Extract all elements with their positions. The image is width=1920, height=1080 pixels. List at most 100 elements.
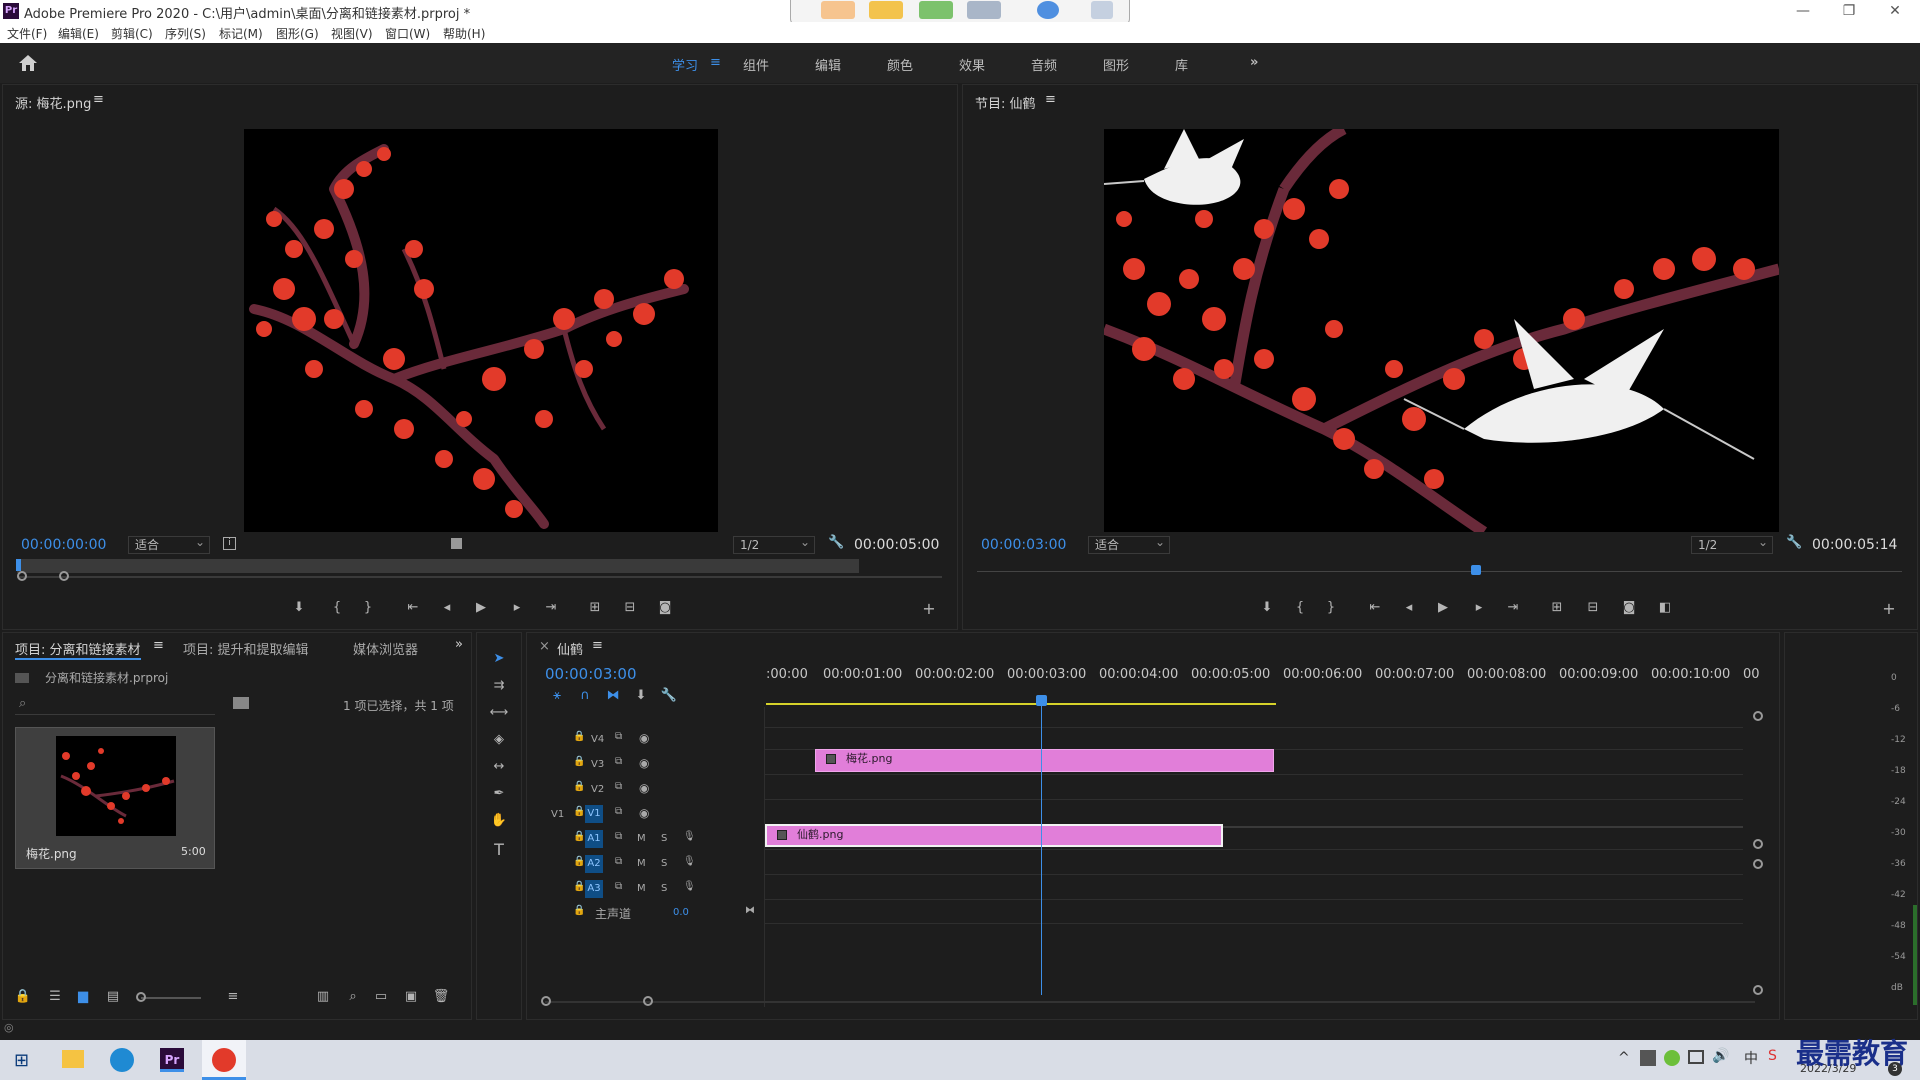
ime-icon[interactable]: 中 — [1744, 1048, 1758, 1068]
trash-icon[interactable]: 🗑 — [431, 989, 451, 1004]
mark-in-icon[interactable]: { — [1290, 600, 1310, 615]
workspace-more-button[interactable]: » — [1250, 55, 1258, 70]
track-label-a1[interactable]: A1 — [585, 830, 603, 848]
razor-tool-icon[interactable]: ◈ — [489, 732, 509, 747]
track-lock-icon[interactable]: 🔒 — [573, 856, 585, 867]
vertical-zoom-handle[interactable] — [1753, 711, 1763, 721]
eye-icon[interactable]: ◉ — [639, 781, 649, 795]
sync-lock-icon[interactable]: ⧉ — [615, 856, 622, 867]
wrench-icon[interactable]: 🔧 — [1786, 535, 1802, 550]
step-back-icon[interactable]: ◂ — [437, 600, 457, 615]
go-to-end-icon[interactable]: ⧓ — [745, 905, 755, 916]
mic-icon[interactable]: 🎙 — [683, 881, 696, 892]
source-zoom-bar[interactable] — [17, 576, 942, 578]
start-icon[interactable]: ⊞ — [14, 1050, 29, 1071]
notification-badge[interactable]: 3 — [1888, 1062, 1902, 1076]
master-volume-value[interactable]: 0.0 — [673, 907, 689, 918]
close-tab-icon[interactable]: × — [539, 639, 550, 654]
mic-icon[interactable]: 🎙 — [683, 856, 696, 867]
extract-icon[interactable]: ⊟ — [1583, 600, 1603, 615]
track-lock-icon[interactable]: 🔒 — [573, 756, 585, 767]
timeline-playhead-handle[interactable] — [1036, 695, 1047, 706]
play-icon[interactable]: ▶ — [471, 600, 491, 615]
menu-sequence[interactable]: 序列(S) — [165, 25, 206, 42]
eye-icon[interactable]: ◉ — [639, 806, 649, 820]
pen-tool-icon[interactable]: ✒ — [489, 786, 509, 801]
solo-button[interactable]: S — [661, 833, 667, 844]
scroll-handle-left[interactable] — [541, 996, 551, 1006]
lock-icon[interactable]: 🔒 — [13, 989, 33, 1004]
zoom-icon[interactable] — [967, 1, 1001, 19]
settings-toggle-icon[interactable]: i — [223, 537, 236, 550]
go-to-in-icon[interactable]: ⇤ — [1365, 600, 1385, 615]
restore-button[interactable]: ❐ — [1826, 1, 1872, 21]
type-tool-icon[interactable]: T — [489, 840, 509, 859]
panel-menu-icon[interactable]: ≡ — [592, 638, 603, 653]
workspace-editing[interactable]: 编辑 — [815, 55, 841, 74]
menu-marker[interactable]: 标记(M) — [219, 25, 263, 42]
source-playhead[interactable] — [16, 559, 21, 571]
edge-icon[interactable] — [110, 1048, 134, 1072]
source-fit-dropdown[interactable]: 适合 — [128, 534, 210, 554]
vertical-zoom-handle[interactable] — [1753, 985, 1763, 995]
program-playhead[interactable] — [1471, 565, 1481, 575]
thumbnail-size-slider[interactable] — [141, 997, 201, 999]
zoom-handle-left[interactable] — [17, 571, 27, 581]
program-fit-dropdown[interactable]: 适合 — [1088, 534, 1170, 554]
timeline-settings-icon[interactable]: 🔧 — [659, 688, 679, 703]
menu-file[interactable]: 文件(F) — [7, 25, 47, 42]
workspace-libraries[interactable]: 库 — [1175, 55, 1188, 74]
sogou-icon[interactable]: S — [1768, 1048, 1777, 1064]
tab-media-browser[interactable]: 媒体浏览器 — [353, 639, 418, 658]
snap-icon[interactable]: ∩ — [575, 688, 595, 703]
overwrite-icon[interactable]: ⊟ — [620, 600, 640, 615]
overlay-icon[interactable] — [451, 538, 462, 549]
pin-icon[interactable] — [1091, 1, 1113, 19]
mute-button[interactable]: M — [637, 858, 646, 869]
hand-tool-icon[interactable]: ✋ — [489, 813, 509, 828]
mic-icon[interactable]: 🎙 — [683, 831, 696, 842]
add-marker-icon[interactable]: ⬇ — [631, 688, 651, 703]
tab-project-main[interactable]: 项目: 分离和链接素材 — [15, 639, 141, 660]
track-label-v2[interactable]: V2 — [591, 784, 604, 795]
list-view-icon[interactable]: ☰ — [45, 989, 65, 1004]
step-back-icon[interactable]: ◂ — [1399, 600, 1419, 615]
project-search-input[interactable]: ⌕ — [15, 695, 215, 715]
menu-help[interactable]: 帮助(H) — [443, 25, 485, 42]
time-ruler[interactable]: :00:00 00:00:01:00 00:00:02:00 00:00:03:… — [766, 667, 1761, 697]
sync-lock-icon[interactable]: ⧉ — [615, 881, 622, 892]
sort-icon[interactable]: ≡ — [223, 989, 243, 1004]
sync-lock-icon[interactable]: ⧉ — [615, 806, 622, 817]
mute-button[interactable]: M — [637, 833, 646, 844]
export-frame-icon[interactable]: ◙ — [655, 600, 675, 615]
program-scrubber[interactable] — [977, 571, 1902, 572]
eye-icon[interactable]: ◉ — [639, 756, 649, 770]
insert-icon[interactable]: ⊞ — [585, 600, 605, 615]
button-editor-icon[interactable]: + — [1879, 599, 1899, 618]
minimize-button[interactable]: — — [1780, 1, 1826, 21]
tab-project-lift[interactable]: 项目: 提升和提取编辑 — [183, 639, 309, 658]
program-timecode[interactable]: 00:00:03:00 — [981, 537, 1066, 553]
panel-menu-icon[interactable]: ≡ — [153, 638, 164, 653]
clip-crane-v1[interactable]: 仙鹤.png — [765, 824, 1223, 847]
sync-lock-icon[interactable]: ⧉ — [615, 781, 622, 792]
volume-icon[interactable]: 🔊 — [1712, 1048, 1729, 1064]
track-lock-icon[interactable]: 🔒 — [573, 806, 585, 817]
panel-menu-icon[interactable]: ≡ — [1045, 92, 1056, 107]
vertical-zoom-handle[interactable] — [1753, 859, 1763, 869]
mark-in-icon[interactable]: { — [327, 600, 347, 615]
chat-icon[interactable] — [869, 1, 903, 19]
clip-plum-v4[interactable]: 梅花.png — [815, 749, 1274, 772]
add-marker-icon[interactable]: ⬇ — [1257, 600, 1277, 615]
ripple-edit-tool-icon[interactable]: ⟷ — [489, 705, 509, 720]
export-frame-icon[interactable]: ◙ — [1619, 600, 1639, 615]
linked-selection-icon[interactable]: ⧓ — [603, 688, 623, 703]
mute-button[interactable]: M — [637, 883, 646, 894]
premiere-taskbar-icon[interactable]: Pr — [160, 1048, 184, 1072]
source-resolution-dropdown[interactable]: 1/2 — [733, 534, 815, 554]
workspace-learn[interactable]: 学习 — [672, 55, 698, 74]
play-icon[interactable]: ▶ — [1433, 600, 1453, 615]
selection-tool-icon[interactable]: ➤ — [489, 651, 509, 666]
solo-button[interactable]: S — [661, 858, 667, 869]
close-button[interactable]: ✕ — [1872, 1, 1918, 21]
